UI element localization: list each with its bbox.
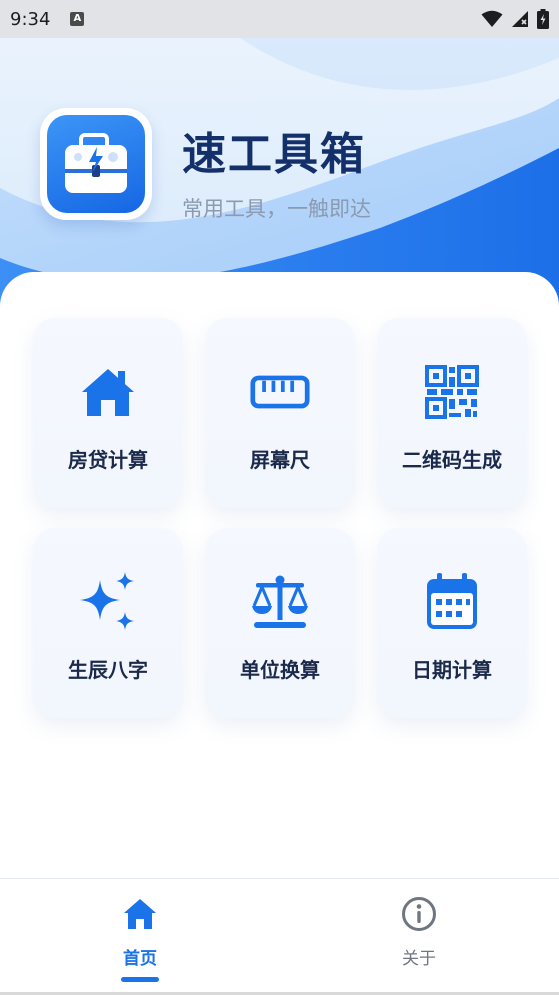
calendar-icon — [427, 573, 477, 629]
tool-label: 房贷计算 — [68, 448, 148, 472]
tool-unit-converter[interactable]: 单位换算 — [205, 528, 355, 718]
nav-about[interactable]: 关于 — [359, 879, 479, 995]
tool-screen-ruler[interactable]: 屏幕尺 — [205, 318, 355, 508]
a-icon: A — [70, 12, 85, 26]
tool-mortgage-calculator[interactable]: 房贷计算 — [33, 318, 183, 508]
tool-label: 二维码生成 — [402, 448, 502, 472]
status-bar: 9:34 A — [0, 0, 559, 38]
app-title: 速工具箱 — [182, 129, 366, 180]
scale-icon — [252, 575, 308, 628]
nav-home-label: 首页 — [123, 949, 157, 969]
signal-icon — [512, 11, 528, 27]
tool-label: 日期计算 — [412, 658, 492, 682]
ruler-icon — [250, 375, 310, 409]
status-time: 9:34 — [10, 8, 51, 30]
tool-qr-generator[interactable]: 二维码生成 — [377, 318, 527, 508]
qr-code-icon — [425, 365, 479, 419]
nav-about-label: 关于 — [402, 949, 436, 969]
sparkle-icon — [80, 572, 134, 630]
app-logo — [40, 108, 152, 220]
bottom-navigation: 首页 关于 — [0, 878, 559, 995]
wifi-icon — [481, 10, 503, 27]
tool-label: 屏幕尺 — [250, 448, 310, 472]
tool-birth-chart[interactable]: 生辰八字 — [33, 528, 183, 718]
tool-label: 单位换算 — [240, 658, 320, 682]
tool-date-calculator[interactable]: 日期计算 — [377, 528, 527, 718]
house-icon — [82, 369, 134, 416]
tool-label: 生辰八字 — [68, 658, 148, 682]
battery-icon — [537, 9, 549, 29]
status-icons — [481, 9, 549, 29]
app-subtitle: 常用工具，一触即达 — [182, 197, 371, 221]
tool-grid: 房贷计算 屏幕尺 二维码生成 生辰八字 单位换算 日期计算 — [0, 272, 559, 878]
toolbox-icon — [65, 133, 127, 193]
info-icon — [402, 897, 436, 931]
home-icon — [124, 899, 156, 929]
nav-home[interactable]: 首页 — [80, 879, 200, 995]
nav-active-indicator — [121, 977, 159, 982]
